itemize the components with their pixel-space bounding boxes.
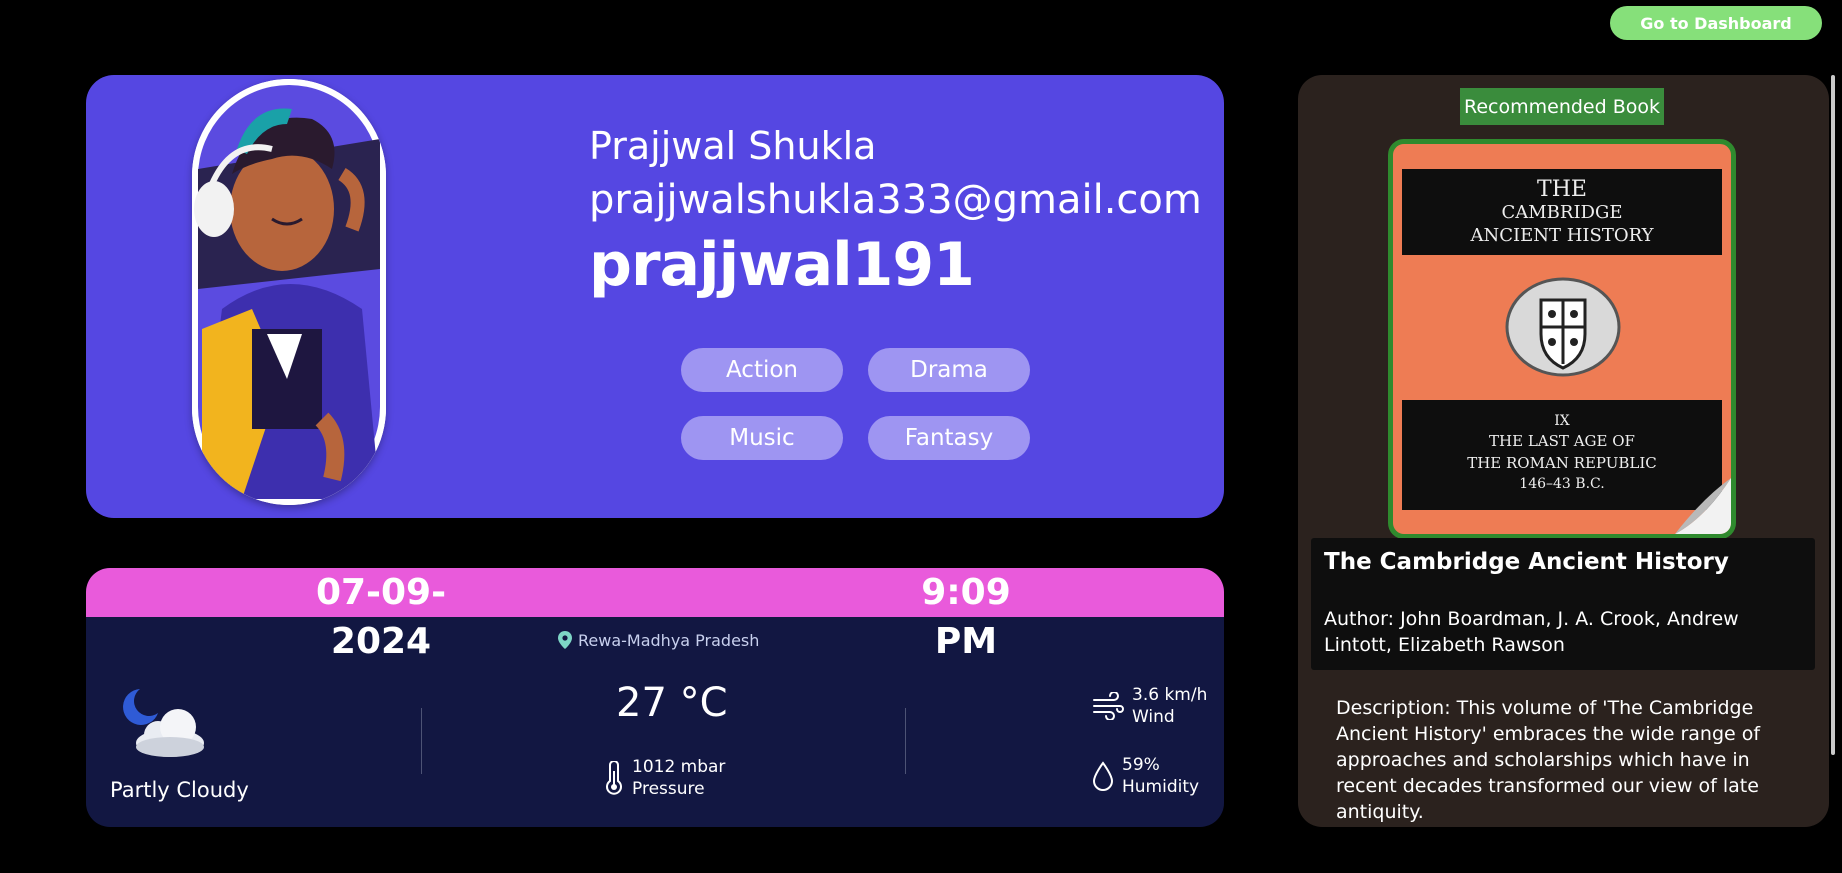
weather-divider xyxy=(905,708,906,774)
book-cover[interactable]: THE CAMBRIDGE ANCIENT HISTORY IX THE LAS… xyxy=(1388,139,1736,539)
weather-location: Rewa-Madhya Pradesh xyxy=(558,630,759,650)
cover-title-line: ANCIENT HISTORY xyxy=(1470,225,1654,246)
book-description: Description: This volume of 'The Cambrid… xyxy=(1336,697,1761,823)
weather-condition: Partly Cloudy xyxy=(110,778,249,802)
profile-username: prajjwal191 xyxy=(589,230,975,300)
cover-subtitle-panel: IX THE LAST AGE OF THE ROMAN REPUBLIC 14… xyxy=(1402,400,1722,510)
cover-volume: IX xyxy=(1554,413,1570,429)
weather-pressure: 1012 mbar Pressure xyxy=(604,756,725,800)
profile-card: Prajjwal Shukla prajjwalshukla333@gmail.… xyxy=(86,75,1224,518)
weather-card: 07-09-2024 9:09 PM Rewa-Madhya Pradesh P… xyxy=(86,568,1224,827)
page-curl-icon xyxy=(1675,478,1731,534)
cover-title-line: THE xyxy=(1537,177,1587,202)
pressure-value: 1012 mbar xyxy=(632,757,726,777)
wind-value: 3.6 km/h xyxy=(1132,685,1208,705)
weather-header: 07-09-2024 9:09 PM xyxy=(86,568,1224,662)
location-label: Rewa-Madhya Pradesh xyxy=(578,630,760,650)
go-to-dashboard-button[interactable]: Go to Dashboard xyxy=(1610,6,1822,40)
book-title: The Cambridge Ancient History xyxy=(1324,549,1729,575)
recommended-book-card: Recommended Book THE CAMBRIDGE ANCIENT H… xyxy=(1298,75,1829,827)
weather-humidity: 59% Humidity xyxy=(1092,754,1199,798)
water-drop-icon xyxy=(1092,761,1114,791)
cover-title-line: CAMBRIDGE xyxy=(1501,202,1623,223)
cover-subtitle-line: THE LAST AGE OF xyxy=(1489,432,1635,450)
humidity-label: Humidity xyxy=(1122,777,1200,797)
profile-email: prajjwalshukla333@gmail.com xyxy=(589,177,1202,223)
book-card-scrollbar[interactable] xyxy=(1831,75,1835,755)
weather-date: 07-09-2024 xyxy=(315,572,447,662)
thermometer-icon xyxy=(606,761,622,795)
genre-chip-drama[interactable]: Drama xyxy=(868,348,1030,392)
weather-wind: 3.6 km/h Wind xyxy=(1092,684,1207,728)
cover-subtitle-line: 146–43 B.C. xyxy=(1519,476,1605,492)
cover-subtitle-line: THE ROMAN REPUBLIC xyxy=(1467,454,1657,472)
book-info-panel: The Cambridge Ancient History Author: Jo… xyxy=(1311,538,1815,670)
profile-name: Prajjwal Shukla xyxy=(589,124,877,168)
avatar-illustration-icon xyxy=(192,79,386,505)
partly-cloudy-night-icon xyxy=(123,689,204,757)
genre-chip-music[interactable]: Music xyxy=(681,416,843,460)
cover-title-panel: THE CAMBRIDGE ANCIENT HISTORY xyxy=(1402,169,1722,255)
genre-chip-action[interactable]: Action xyxy=(681,348,843,392)
pressure-label: Pressure xyxy=(632,779,705,799)
avatar xyxy=(192,79,386,505)
weather-time: 9:09 PM xyxy=(921,572,1011,662)
crest-icon xyxy=(1505,277,1621,377)
recommended-book-badge: Recommended Book xyxy=(1460,88,1664,125)
book-author: Author: John Boardman, J. A. Crook, Andr… xyxy=(1324,608,1739,656)
wind-icon xyxy=(1093,692,1124,720)
humidity-value: 59% xyxy=(1122,755,1160,775)
genre-chip-fantasy[interactable]: Fantasy xyxy=(868,416,1030,460)
weather-temperature: 27 °C xyxy=(616,680,728,726)
wind-label: Wind xyxy=(1132,707,1175,727)
location-pin-icon xyxy=(558,631,572,649)
weather-divider xyxy=(421,708,422,774)
